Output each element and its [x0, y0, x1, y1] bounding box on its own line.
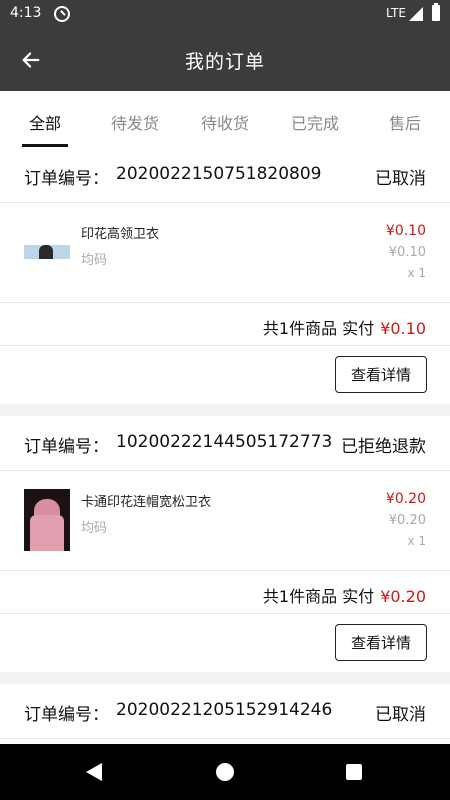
order-number: 2020022150751820809	[116, 164, 322, 184]
nav-back-icon[interactable]	[86, 763, 102, 781]
order-header: 订单编号： 2020022120515291424​6 已取消	[0, 684, 450, 739]
product-image	[24, 245, 70, 259]
battery-icon	[432, 3, 440, 21]
product-price: ¥0.10	[385, 223, 426, 239]
order-summary: 共1件商品 实付 ¥0.10	[0, 303, 450, 346]
signal-icon	[409, 7, 423, 21]
order-header: 订单编号： 2020022150751820809 已取消	[0, 148, 450, 203]
order-list[interactable]: 订单编号： 2020022150751820809 已取消 印花高领卫衣 均码 …	[0, 148, 450, 744]
order-card: 订单编号： 2020022150751820809 已取消 印花高领卫衣 均码 …	[0, 148, 450, 404]
order-header: 订单编号： 10200222144505172773 已拒绝退款	[0, 416, 450, 471]
order-status: 已取消	[375, 705, 426, 725]
app-notification-icon	[54, 6, 70, 22]
product-spec: 均码	[81, 253, 108, 268]
nav-home-icon[interactable]	[216, 763, 234, 781]
order-item[interactable]: 卡通印花连帽宽松卫衣 均码 ¥0.20 ¥0.20 x 1	[0, 471, 450, 571]
order-number-label: 订单编号：	[24, 705, 109, 725]
order-item[interactable]: 印花高领卫衣 均码 ¥0.10 ¥0.10 x 1	[0, 203, 450, 303]
order-status: 已拒绝退款	[341, 437, 426, 457]
view-details-button[interactable]: 查看详情	[335, 356, 427, 393]
status-bar: 4:13 LTE	[0, 0, 450, 28]
tab-pending-receipt[interactable]: 待收货	[190, 91, 260, 148]
product-name: 印花高领卫衣	[81, 227, 160, 242]
network-type: LTE	[386, 6, 406, 20]
nav-recents-icon[interactable]	[346, 764, 362, 780]
summary-text: 共1件商品 实付	[262, 319, 375, 338]
product-original-price: ¥0.10	[388, 245, 426, 260]
order-actions: 查看详情	[0, 346, 450, 404]
status-time: 4:13	[10, 5, 42, 21]
product-price: ¥0.20	[385, 491, 426, 507]
order-total: ¥0.20	[380, 587, 426, 606]
order-summary: 共1件商品 实付 ¥0.20	[0, 571, 450, 614]
tab-pending-shipment[interactable]: 待发货	[100, 91, 170, 148]
tab-after-sales[interactable]: 售后	[376, 91, 434, 148]
product-quantity: x 1	[407, 266, 426, 280]
order-card: 订单编号： 2020022120515291424​6 已取消	[0, 684, 450, 744]
order-total: ¥0.10	[380, 319, 426, 338]
product-name: 卡通印花连帽宽松卫衣	[81, 495, 212, 510]
order-number: 10200222144505172773	[116, 432, 333, 452]
view-details-button[interactable]: 查看详情	[335, 624, 427, 661]
product-quantity: x 1	[407, 534, 426, 548]
tab-all[interactable]: 全部	[14, 91, 76, 148]
order-number: 2020022120515291424​6	[116, 700, 333, 720]
system-nav-bar	[0, 744, 450, 800]
order-card: 订单编号： 10200222144505172773 已拒绝退款 卡通印花连帽宽…	[0, 416, 450, 672]
order-tabs: 全部 待发货 待收货 已完成 售后	[0, 91, 450, 148]
product-image	[24, 489, 70, 551]
order-status: 已取消	[375, 169, 426, 189]
product-original-price: ¥0.20	[388, 513, 426, 528]
order-number-label: 订单编号：	[24, 169, 109, 189]
order-actions: 查看详情	[0, 614, 450, 672]
tab-completed[interactable]: 已完成	[280, 91, 350, 148]
page-title: 我的订单	[184, 51, 265, 73]
product-spec: 均码	[81, 521, 108, 536]
order-number-label: 订单编号：	[24, 437, 109, 457]
app-header: 我的订单	[0, 28, 450, 91]
summary-text: 共1件商品 实付	[262, 587, 375, 606]
active-tab-indicator	[22, 144, 68, 147]
